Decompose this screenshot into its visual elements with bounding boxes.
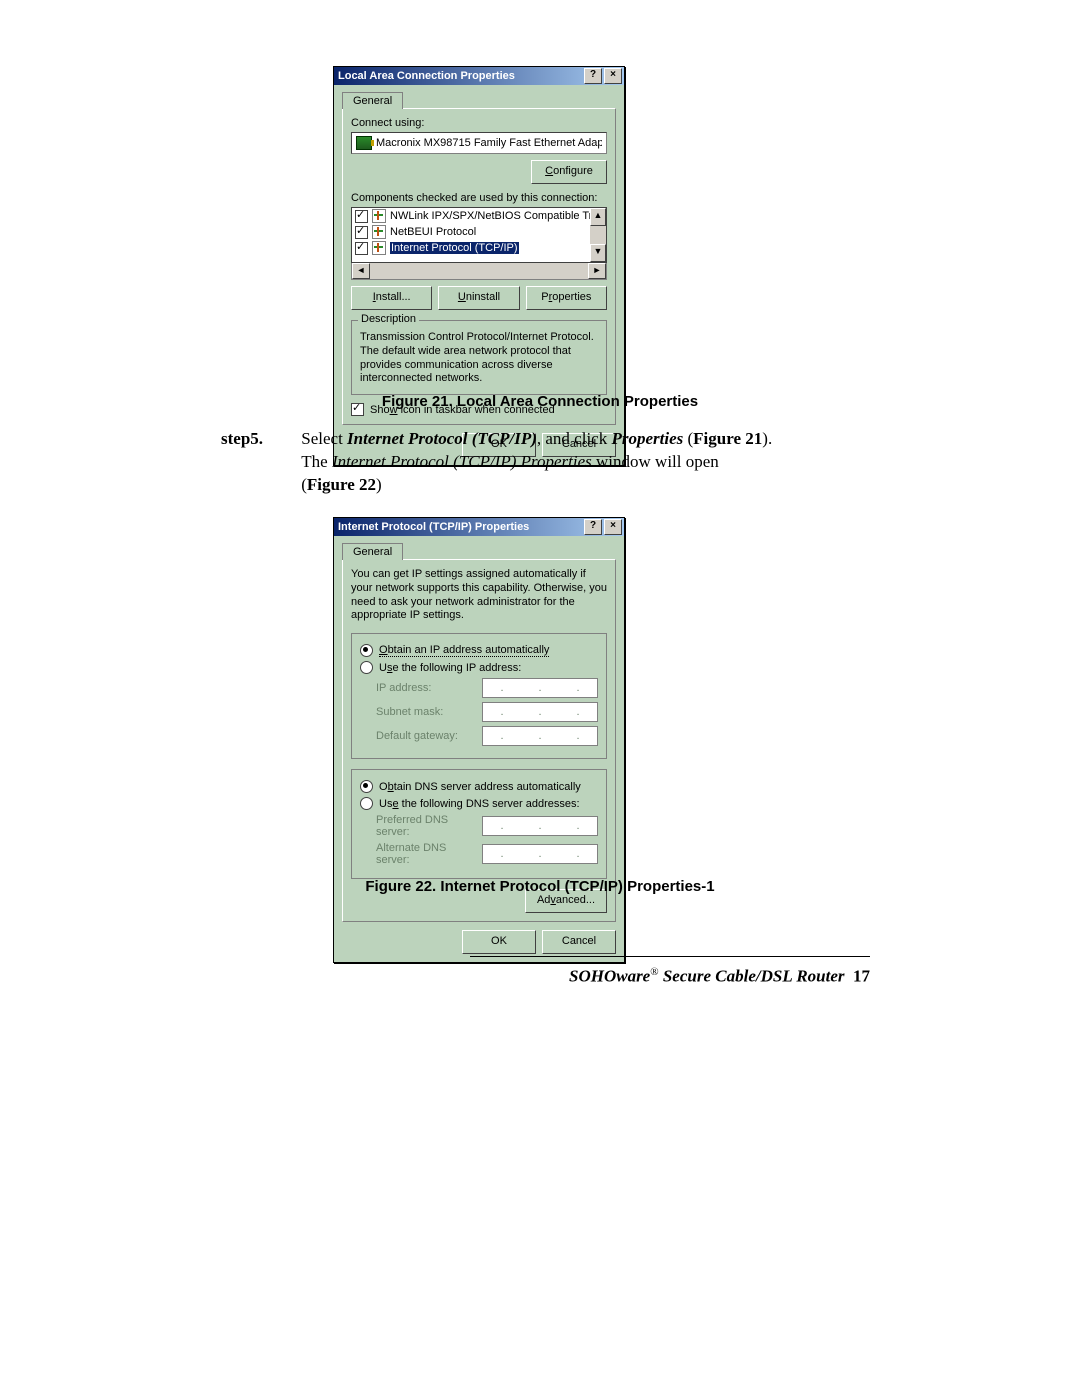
- dlg1-titlebar[interactable]: Local Area Connection Properties ? ×: [334, 67, 624, 85]
- description-legend: Description: [358, 313, 419, 325]
- vertical-scrollbar[interactable]: ▲ ▼: [590, 208, 606, 262]
- tab-general[interactable]: General: [342, 92, 403, 109]
- pref-dns-field: ...: [482, 816, 598, 836]
- description-text: Transmission Control Protocol/Internet P…: [360, 331, 598, 386]
- dlg1-title: Local Area Connection Properties: [338, 70, 515, 82]
- alt-dns-label: Alternate DNS server:: [376, 842, 474, 866]
- dns-group: Obtain DNS server address automatically …: [351, 769, 607, 879]
- radio-auto-ip[interactable]: [360, 644, 373, 657]
- ip-group: Obtain an IP address automatically Obtai…: [351, 633, 607, 759]
- dlg2-title: Internet Protocol (TCP/IP) Properties: [338, 521, 529, 533]
- tcpip-properties-dialog: Internet Protocol (TCP/IP) Properties ? …: [333, 517, 625, 963]
- registered-icon: ®: [650, 966, 658, 978]
- close-icon[interactable]: ×: [604, 519, 622, 535]
- scroll-left-icon[interactable]: ◄: [352, 263, 370, 279]
- step5-label: step5.: [221, 428, 297, 451]
- protocol-icon: [372, 241, 386, 255]
- dlg2-intro: You can get IP settings assigned automat…: [351, 568, 607, 623]
- list-item[interactable]: NetBEUI Protocol: [352, 224, 606, 240]
- close-icon[interactable]: ×: [604, 68, 622, 84]
- radio-auto-dns[interactable]: [360, 780, 373, 793]
- subnet-mask-field: ...: [482, 702, 598, 722]
- cancel-button[interactable]: Cancel: [542, 930, 616, 954]
- nic-icon: [356, 136, 372, 150]
- help-icon[interactable]: ?: [584, 68, 602, 84]
- dlg2-titlebar[interactable]: Internet Protocol (TCP/IP) Properties ? …: [334, 518, 624, 536]
- connect-using-label: Connect using:: [351, 117, 607, 129]
- step5-block: step5. Select Internet Protocol (TCP/IP)…: [221, 428, 871, 497]
- uninstall-button[interactable]: Uninstall: [438, 286, 519, 310]
- page-number: 17: [853, 967, 870, 986]
- footer-divider: [470, 956, 870, 957]
- figure21-caption: Figure 21. Local Area Connection Propert…: [0, 393, 1080, 410]
- radio-auto-dns-label: Obtain DNS server address automatically: [379, 781, 581, 793]
- scroll-down-icon[interactable]: ▼: [590, 244, 606, 262]
- radio-auto-ip-label: Obtain an IP address automatically: [379, 644, 549, 657]
- pref-dns-label: Preferred DNS server:: [376, 814, 474, 838]
- ip-address-label: IP address:: [376, 682, 474, 694]
- page-footer: SOHOware® Secure Cable/DSL Router 17: [0, 966, 870, 987]
- alt-dns-field: ...: [482, 844, 598, 864]
- ip-address-field: ...: [482, 678, 598, 698]
- figure22-caption: Figure 22. Internet Protocol (TCP/IP) Pr…: [0, 878, 1080, 895]
- footer-text: Secure Cable/DSL Router: [659, 967, 845, 986]
- radio-use-ip[interactable]: [360, 661, 373, 674]
- radio-use-dns-label: Use the following DNS server addresses:: [379, 798, 580, 810]
- checkbox-icon[interactable]: [355, 242, 368, 255]
- step5-body: Select Internet Protocol (TCP/IP), and c…: [301, 428, 861, 497]
- configure-button[interactable]: CConfigureonfigure: [531, 160, 607, 184]
- scroll-up-icon[interactable]: ▲: [590, 208, 606, 226]
- radio-use-dns[interactable]: [360, 797, 373, 810]
- adapter-name: Macronix MX98715 Family Fast Ethernet Ad…: [376, 137, 602, 149]
- components-listbox[interactable]: NWLink IPX/SPX/NetBIOS Compatible Transp…: [351, 207, 607, 263]
- protocol-icon: [372, 209, 386, 223]
- properties-button[interactable]: Properties: [526, 286, 607, 310]
- footer-brand: SOHOware: [569, 967, 650, 986]
- radio-use-ip-label: Use the following IP address:: [379, 662, 521, 674]
- help-icon[interactable]: ?: [584, 519, 602, 535]
- checkbox-icon[interactable]: [355, 226, 368, 239]
- subnet-mask-label: Subnet mask:: [376, 706, 474, 718]
- horizontal-scrollbar[interactable]: ◄ ►: [351, 262, 607, 280]
- list-item[interactable]: NWLink IPX/SPX/NetBIOS Compatible Transp…: [352, 208, 606, 224]
- list-item-selected[interactable]: Internet Protocol (TCP/IP): [352, 240, 606, 256]
- ok-button[interactable]: OK: [462, 930, 536, 954]
- adapter-field[interactable]: Macronix MX98715 Family Fast Ethernet Ad…: [351, 132, 607, 154]
- description-group: Description Transmission Control Protoco…: [351, 320, 607, 395]
- tab-general[interactable]: General: [342, 543, 403, 560]
- checkbox-icon[interactable]: [355, 210, 368, 223]
- components-label: Components checked are used by this conn…: [351, 192, 607, 204]
- gateway-field: ...: [482, 726, 598, 746]
- scroll-right-icon[interactable]: ►: [588, 263, 606, 279]
- gateway-label: Default gateway:: [376, 730, 474, 742]
- protocol-icon: [372, 225, 386, 239]
- install-button[interactable]: Install...: [351, 286, 432, 310]
